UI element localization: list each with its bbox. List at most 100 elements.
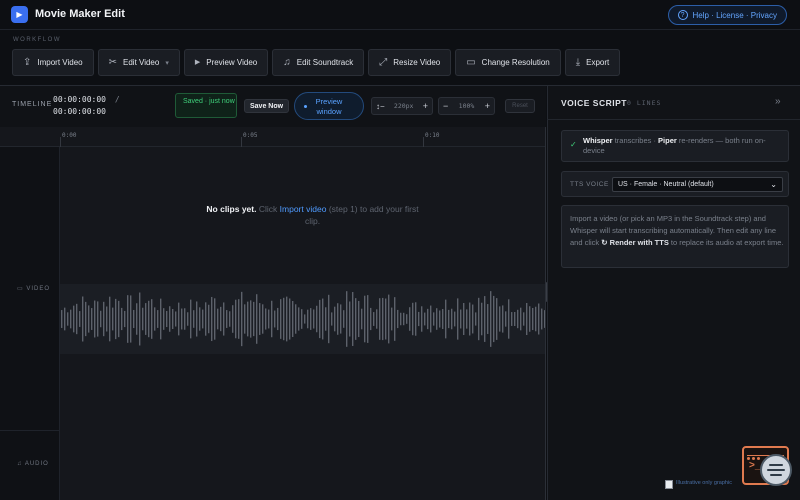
ruler-mark-0: 0:00 (62, 132, 77, 139)
waveform-bar (262, 304, 264, 334)
waveform-bar (400, 312, 402, 326)
tts-voice-select[interactable]: US · Female · Neutral (default) ⌄ (612, 177, 783, 192)
waveform-bar (88, 305, 90, 333)
waveform-bar (373, 312, 375, 326)
waveform-bar (241, 291, 243, 347)
music-note-icon: ♫ (17, 461, 23, 467)
waveform-bar (355, 298, 357, 340)
waveform-bar (172, 309, 174, 329)
terminal-prompt-icon: >_ (749, 460, 761, 471)
tts-voice-selected: US · Female · Neutral (default) (618, 181, 714, 188)
zoom-out-button[interactable]: − (443, 101, 448, 111)
waveform-bar (412, 302, 414, 336)
waveform-bar (325, 307, 327, 331)
waveform-bar (94, 300, 96, 338)
waveform-bar (340, 304, 342, 334)
waveform-bar (436, 308, 438, 330)
waveform-bar (184, 308, 186, 330)
waveform-bar (331, 312, 333, 326)
video-camera-icon: ▭ (17, 286, 24, 292)
save-now-button[interactable]: Save Now (244, 99, 290, 113)
waveform-bar (478, 297, 480, 341)
waveform-bar (523, 312, 525, 326)
waveform-bar (154, 307, 156, 331)
waveform-bar (322, 298, 324, 340)
engine-piper: Piper (658, 136, 677, 145)
waveform-bar (193, 310, 195, 328)
broken-image-alt: Illustrative only graphic (676, 480, 732, 486)
waveform-bar (199, 307, 201, 331)
zoom-in-button[interactable]: + (485, 101, 490, 111)
waveform-bar (70, 309, 72, 329)
zoom-pct-control: − 100% + (438, 97, 495, 115)
preview-window-button[interactable]: Preview window (294, 92, 364, 120)
waveform-bar (235, 299, 237, 339)
audio-waveform (61, 291, 546, 347)
saved-status-badge: Saved · just now (175, 93, 237, 118)
chevron-down-icon: ⌄ (770, 180, 777, 189)
change-resolution-button[interactable]: ▭ Change Resolution (455, 49, 561, 76)
change-resolution-label: Change Resolution (481, 58, 550, 67)
zoom-pct-value: 100% (458, 102, 475, 110)
edit-soundtrack-button[interactable]: ♫ Edit Soundtrack (272, 49, 365, 76)
waveform-bar (541, 308, 543, 330)
export-label: Export (586, 58, 610, 67)
preview-window-label: Preview window (315, 97, 343, 116)
waveform-bar (142, 307, 144, 331)
engine-mid: transcribes · (614, 136, 656, 145)
reset-button[interactable]: Reset (505, 99, 535, 113)
waveform-bar (85, 301, 87, 337)
waveform-bar (361, 308, 363, 330)
waveform-bar (283, 297, 285, 341)
zoom-in-px-button[interactable]: + (423, 101, 428, 111)
chat-line (767, 469, 785, 471)
waveform-bar (127, 295, 129, 343)
waveform-bar (337, 303, 339, 335)
waveform-bar (244, 304, 246, 334)
import-video-link[interactable]: Import video (280, 204, 327, 214)
waveform-bar (187, 312, 189, 326)
voice-script-help-text: Import a video (or pick an MP3 in the So… (570, 213, 784, 249)
waveform-bar (229, 311, 231, 327)
collapse-panel-button[interactable]: » (775, 96, 781, 107)
waveform-bar (439, 310, 441, 328)
waveform-bar (358, 300, 360, 338)
waveform-bar (118, 300, 120, 338)
waveform-bar (451, 308, 453, 330)
waveform-bar (349, 301, 351, 337)
waveform-bar (100, 310, 102, 328)
waveform-bar (298, 307, 300, 331)
waveform-bar (505, 311, 507, 327)
edit-video-button[interactable]: ✂ Edit Video ▾ (97, 49, 180, 76)
zoom-px-value: 220px (393, 102, 414, 110)
app-logo-icon: ▶ (11, 6, 28, 23)
waveform-bar (364, 295, 366, 343)
workflow-toolbar: ⇪ Import Video ✂ Edit Video ▾ ▶ Preview … (12, 49, 621, 76)
waveform-bar (121, 307, 123, 331)
fit-height-icon[interactable]: ↕− (376, 102, 385, 111)
voice-script-line-count: 0 LINES (627, 99, 662, 107)
chat-assistant-button[interactable] (760, 454, 792, 486)
resize-video-button[interactable]: ⤢ Resize Video (368, 49, 452, 76)
waveform-bar (250, 300, 252, 338)
help-license-privacy-link[interactable]: ? Help · License · Privacy (667, 5, 787, 25)
waveform-bar (106, 306, 108, 332)
download-icon: ⤓ (575, 56, 581, 68)
audio-track-label: ♫ AUDIO (17, 461, 49, 467)
timecode-total: 00:00:00:00 (53, 107, 106, 116)
waveform-bar (460, 309, 462, 329)
timeline-playhead[interactable] (545, 127, 546, 500)
upload-icon: ⇪ (23, 56, 32, 68)
waveform-bar (103, 301, 105, 337)
preview-video-button[interactable]: ▶ Preview Video (183, 49, 269, 76)
waveform-bar (112, 307, 114, 331)
waveform-bar (166, 310, 168, 328)
waveform-bar (253, 301, 255, 337)
waveform-bar (307, 309, 309, 329)
timeline-ruler[interactable]: 0:00 0:05 0:10 (0, 127, 546, 147)
export-button[interactable]: ⤓ Export (564, 49, 621, 76)
current-time: 00:00:00:00 (53, 95, 106, 104)
waveform-bar (157, 310, 159, 328)
waveform-bar (136, 303, 138, 335)
import-video-button[interactable]: ⇪ Import Video (12, 49, 94, 76)
